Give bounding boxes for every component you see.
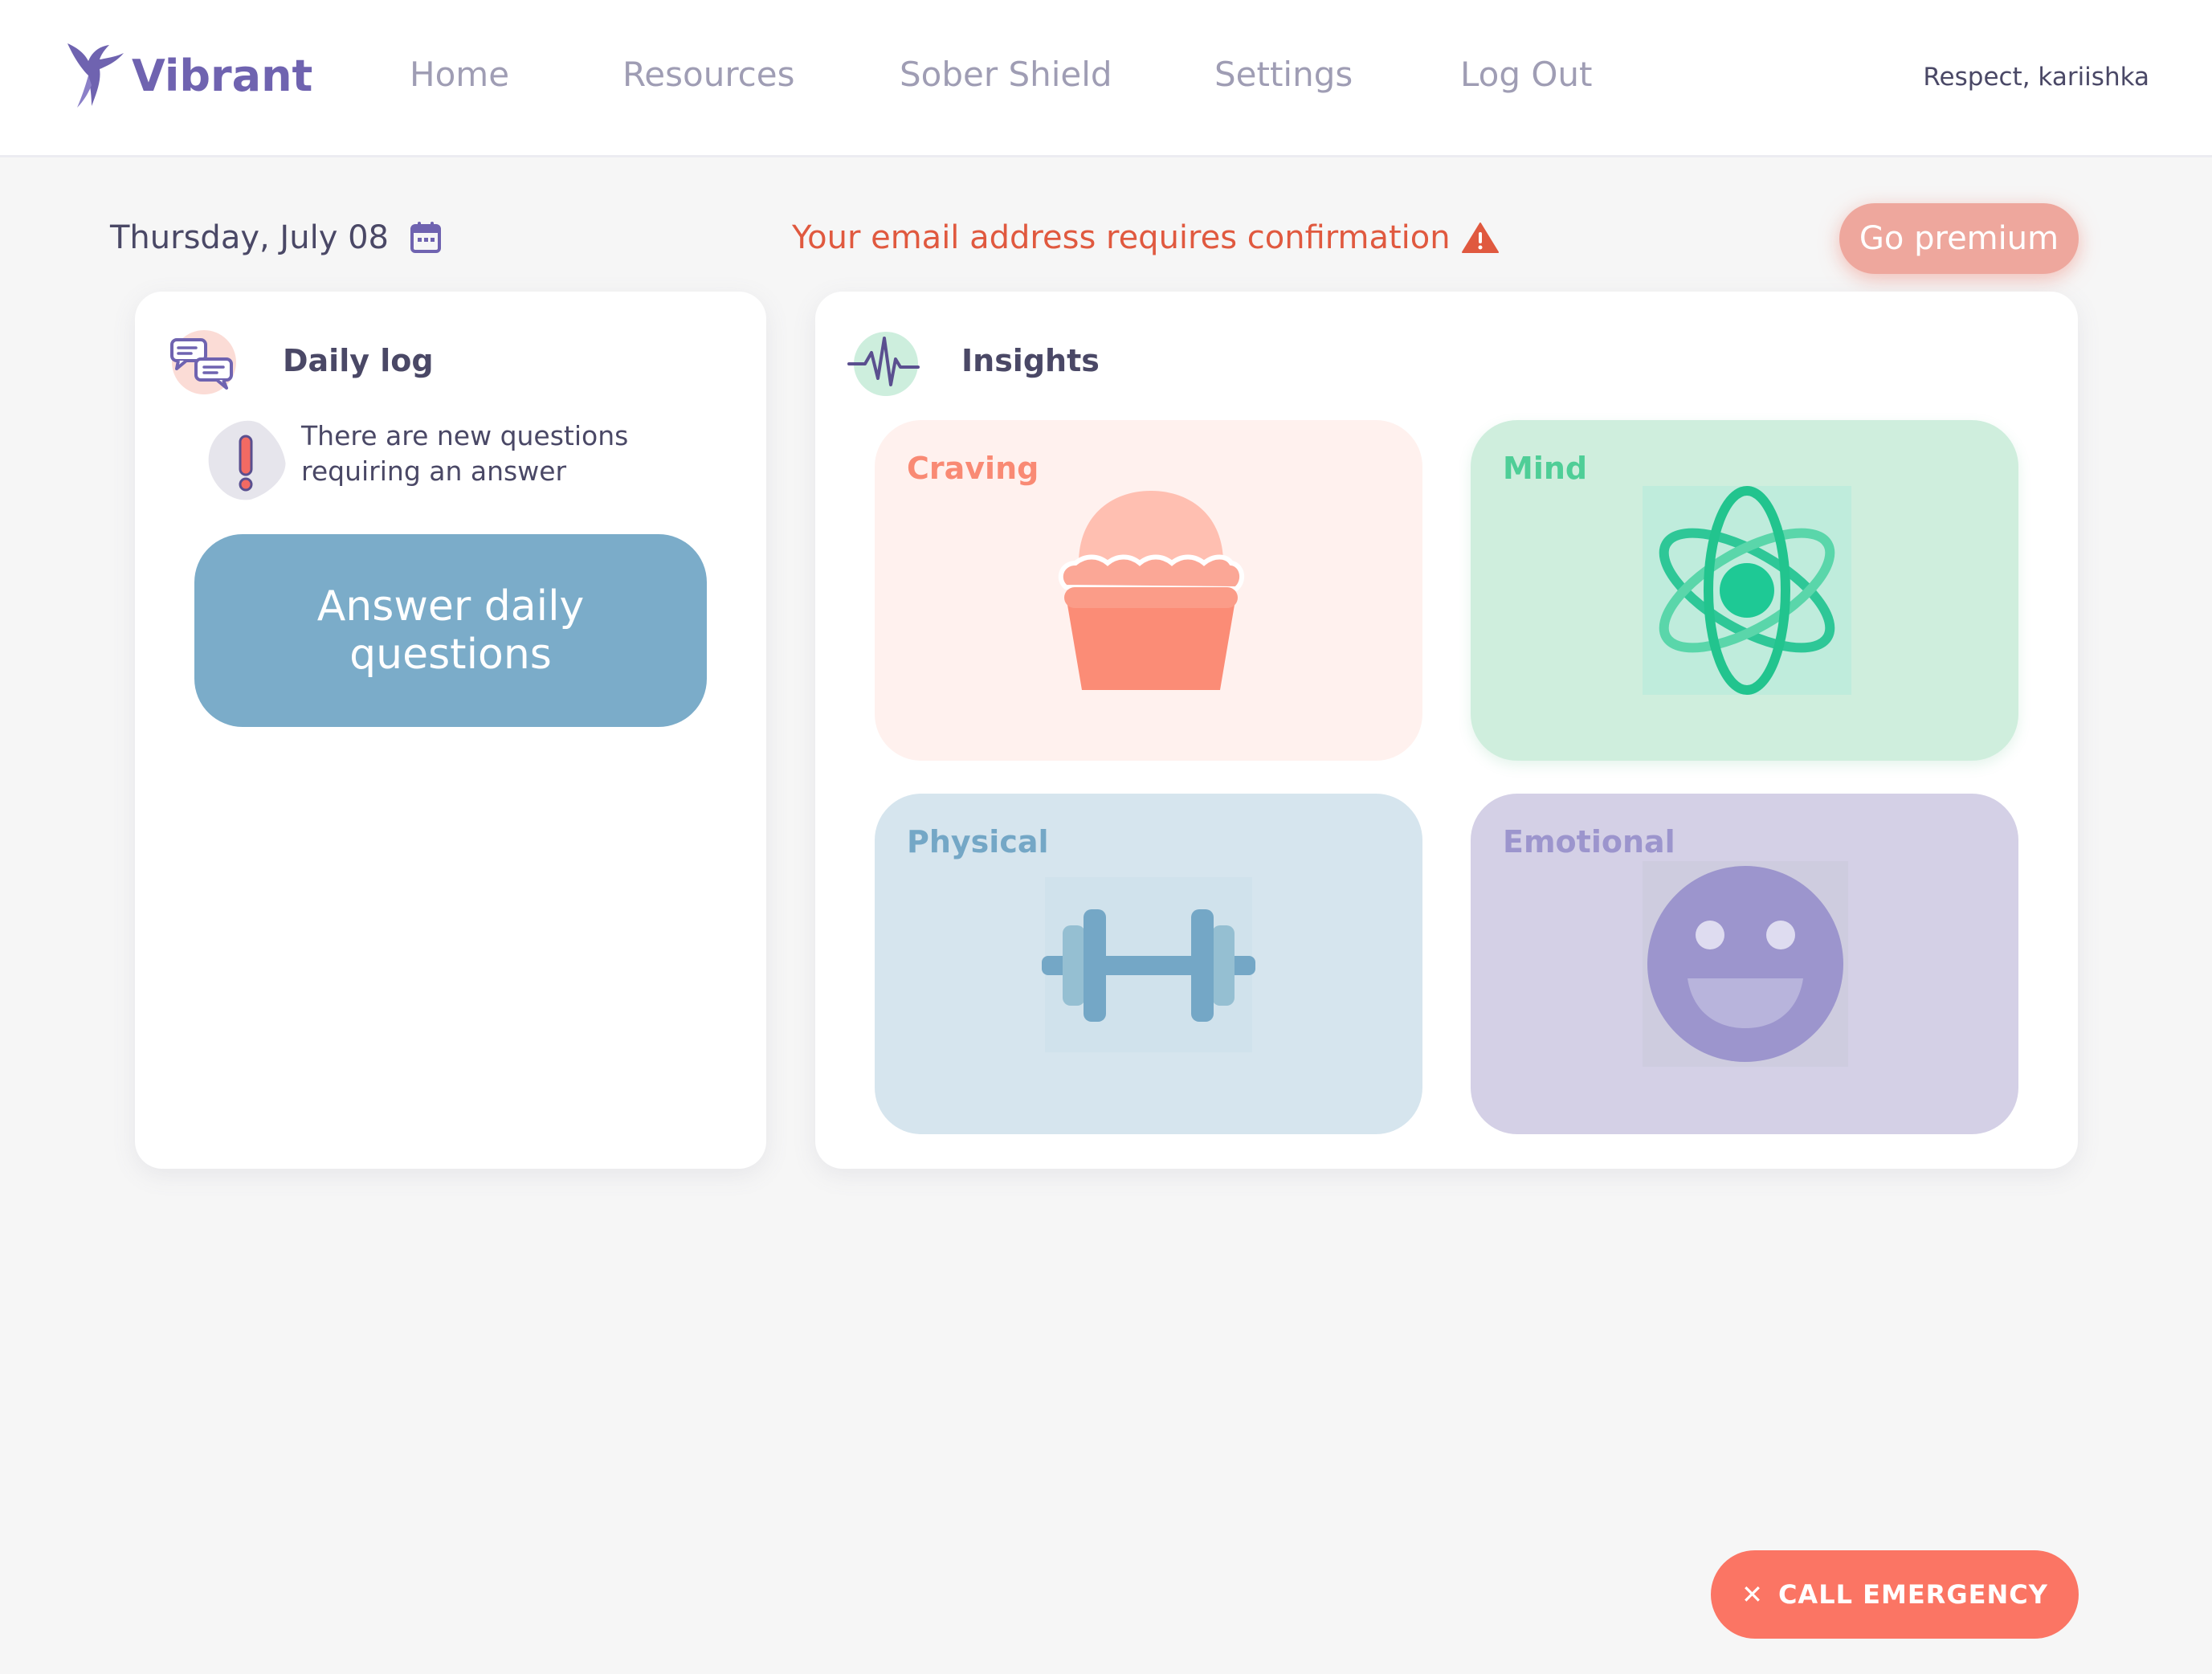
call-emergency-button[interactable]: ✕ CALL EMERGENCY [1711,1550,2079,1639]
dumbbell-icon [1042,877,1255,1052]
tile-label-mind: Mind [1503,451,1588,486]
daily-log-title: Daily log [283,343,434,378]
calendar-icon[interactable] [410,221,442,255]
tile-label-physical: Physical [907,824,1049,859]
exclamation-icon [208,420,286,500]
nav-sober-shield[interactable]: Sober Shield [900,55,1112,94]
insight-tile-craving[interactable]: Craving [875,420,1422,761]
email-warning-text: Your email address requires confirmation [792,219,1451,256]
warning-triangle-icon [1461,223,1499,253]
cupcake-icon [1058,491,1245,690]
user-greeting: Respect, kariishka [1923,63,2149,92]
close-icon: ✕ [1741,1579,1764,1610]
heartbeat-icon [847,332,920,396]
top-header: Vibrant Home Resources Sober Shield Sett… [0,0,2212,157]
email-confirmation-warning[interactable]: Your email address requires confirmation [792,215,1499,260]
hummingbird-icon [67,43,124,108]
nav-settings[interactable]: Settings [1214,55,1353,94]
insights-title: Insights [961,343,1100,378]
answer-button-label: Answer daily questions [316,582,585,679]
answer-daily-questions-button[interactable]: Answer daily questions [194,534,707,727]
smiley-icon [1643,861,1848,1067]
tile-label-craving: Craving [907,451,1039,486]
app-name: Vibrant [132,50,313,101]
tile-label-emotional: Emotional [1503,824,1675,859]
nav-log-out[interactable]: Log Out [1460,55,1593,94]
nav-resources[interactable]: Resources [622,55,795,94]
nav-home[interactable]: Home [410,55,509,94]
insight-tile-emotional[interactable]: Emotional [1471,794,2018,1134]
new-questions-notice: There are new questions requiring an ans… [301,420,629,487]
daily-log-card: Daily log There are new questions requir… [135,292,766,1169]
insight-tile-physical[interactable]: Physical [875,794,1422,1134]
insight-tile-mind[interactable]: Mind [1471,420,2018,761]
current-date: Thursday, July 08 [110,215,442,260]
call-emergency-label: CALL EMERGENCY [1777,1579,2048,1610]
app-logo[interactable]: Vibrant [64,35,312,116]
date-text: Thursday, July 08 [110,219,389,256]
insights-card: Insights Craving Mind Physical Emotional [815,292,2078,1169]
atom-icon [1643,486,1851,695]
chat-bubbles-icon [170,330,236,394]
go-premium-button[interactable]: Go premium [1839,203,2079,274]
